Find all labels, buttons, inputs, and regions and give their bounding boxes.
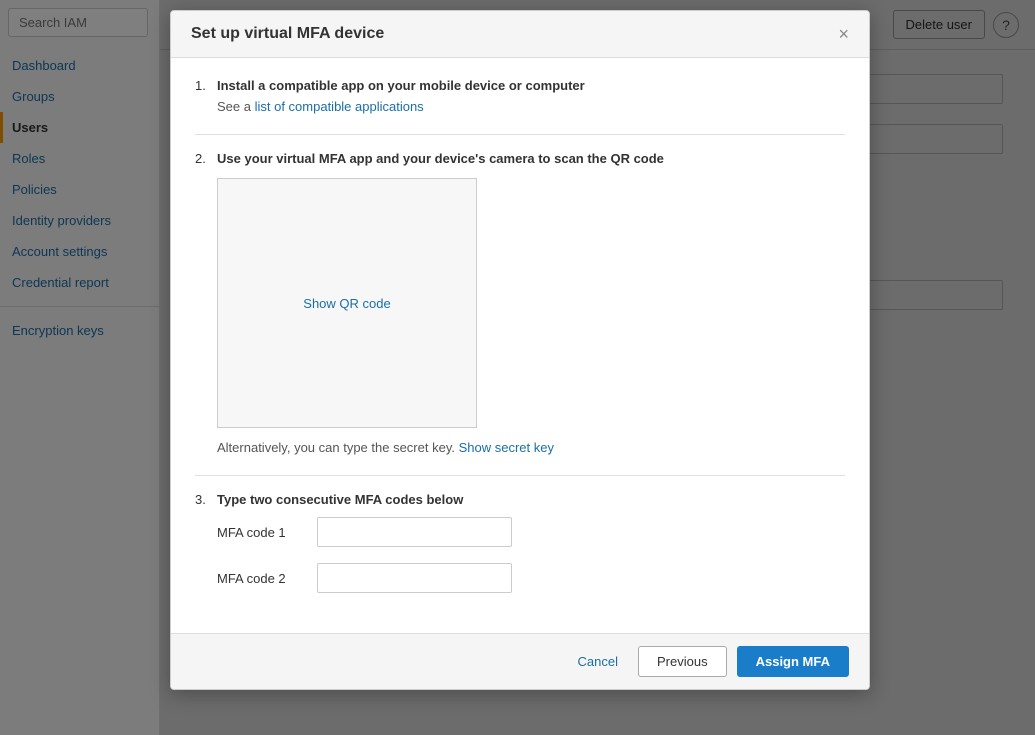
mfa-code2-input[interactable] xyxy=(317,563,512,593)
step-1-header: 1. Install a compatible app on your mobi… xyxy=(195,78,845,93)
step-2-number: 2. xyxy=(195,151,211,166)
step-1: 1. Install a compatible app on your mobi… xyxy=(195,78,845,114)
step-divider-2 xyxy=(195,475,845,476)
step-1-sub: See a list of compatible applications xyxy=(217,99,845,114)
step-3-title: Type two consecutive MFA codes below xyxy=(217,492,463,507)
mfa-code2-label: MFA code 2 xyxy=(217,571,317,586)
secret-key-text: Alternatively, you can type the secret k… xyxy=(217,440,845,455)
modal-footer: Cancel Previous Assign MFA xyxy=(171,633,869,689)
step-2: 2. Use your virtual MFA app and your dev… xyxy=(195,151,845,455)
step-2-title: Use your virtual MFA app and your device… xyxy=(217,151,664,166)
mfa-code1-label: MFA code 1 xyxy=(217,525,317,540)
previous-button[interactable]: Previous xyxy=(638,646,727,677)
step-1-title: Install a compatible app on your mobile … xyxy=(217,78,585,93)
compatible-apps-link[interactable]: list of compatible applications xyxy=(255,99,424,114)
step-3: 3. Type two consecutive MFA codes below … xyxy=(195,492,845,593)
mfa-code2-row: MFA code 2 xyxy=(217,563,845,593)
step-3-header: 3. Type two consecutive MFA codes below xyxy=(195,492,845,507)
assign-mfa-button[interactable]: Assign MFA xyxy=(737,646,849,677)
show-qr-link[interactable]: Show QR code xyxy=(303,296,390,311)
modal-header: Set up virtual MFA device × xyxy=(171,11,869,58)
mfa-setup-modal: Set up virtual MFA device × 1. Install a… xyxy=(170,10,870,690)
step-divider-1 xyxy=(195,134,845,135)
modal-body: 1. Install a compatible app on your mobi… xyxy=(171,58,869,633)
modal-title: Set up virtual MFA device xyxy=(191,25,384,43)
qr-code-area: Show QR code xyxy=(217,178,477,428)
step-3-number: 3. xyxy=(195,492,211,507)
step-1-number: 1. xyxy=(195,78,211,93)
mfa-form: MFA code 1 MFA code 2 xyxy=(217,517,845,593)
show-secret-key-link[interactable]: Show secret key xyxy=(459,440,554,455)
mfa-code1-row: MFA code 1 xyxy=(217,517,845,547)
cancel-button[interactable]: Cancel xyxy=(568,648,628,675)
step-2-header: 2. Use your virtual MFA app and your dev… xyxy=(195,151,845,166)
mfa-code1-input[interactable] xyxy=(317,517,512,547)
modal-close-button[interactable]: × xyxy=(838,25,849,43)
